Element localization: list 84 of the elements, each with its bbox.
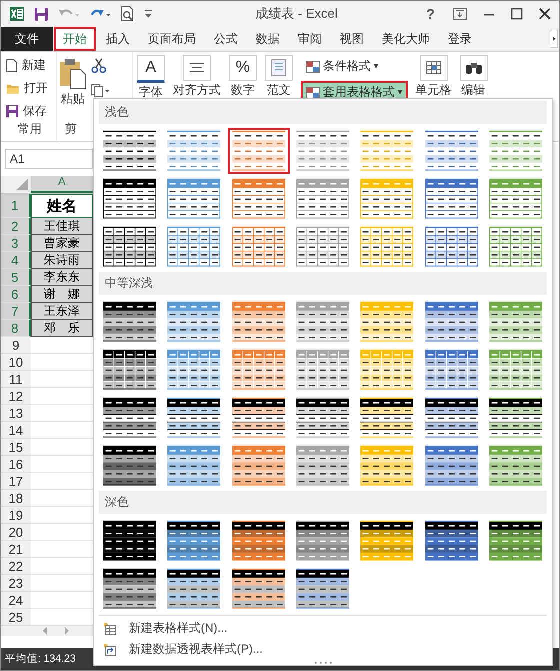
maximize-icon[interactable]	[511, 8, 523, 20]
row-header[interactable]: 7	[1, 303, 31, 320]
row-header[interactable]: 17	[1, 473, 31, 490]
row-header[interactable]: 18	[1, 490, 31, 507]
ribbon-tab[interactable]: 登录	[440, 27, 480, 51]
row-header[interactable]: 4	[1, 252, 31, 269]
ribbon-tab[interactable]: 美化大师	[374, 27, 438, 51]
row-header[interactable]: 11	[1, 371, 31, 388]
menu-item[interactable]: 新建数据透视表样式(P)...	[99, 640, 547, 659]
save-icon	[6, 105, 19, 118]
table-cell: 曹家豪	[31, 235, 93, 252]
group-label: 剪	[64, 121, 77, 138]
row-header[interactable]: 10	[1, 354, 31, 371]
ribbon-tab[interactable]: 数据	[248, 27, 288, 51]
row-header[interactable]: 9	[1, 337, 31, 354]
scroll-right-icon[interactable]	[550, 30, 558, 48]
ribbon-tab[interactable]: 开始	[54, 27, 96, 51]
ribbon-button[interactable]: 条件格式 ▾	[301, 55, 408, 78]
table-cell: 谢 娜	[31, 286, 93, 303]
row-header[interactable]: 14	[1, 422, 31, 439]
row-header[interactable]: 19	[1, 507, 31, 524]
clipboard-icon	[59, 58, 87, 90]
ribbon-tab[interactable]: 公式	[206, 27, 246, 51]
row-header[interactable]: 25	[1, 609, 31, 626]
row-header[interactable]: 12	[1, 388, 31, 405]
ribbon-button[interactable]: 对齐方式	[171, 55, 223, 99]
row-header[interactable]: 3	[1, 235, 31, 252]
file-tab[interactable]: 文件	[1, 27, 53, 51]
column-header[interactable]: A	[31, 176, 93, 193]
section-heading: 浅色	[99, 101, 547, 124]
row-header[interactable]: 16	[1, 456, 31, 473]
customize-toolbar-icon[interactable]	[144, 9, 153, 19]
new-pivot-style-icon	[103, 642, 117, 656]
row-header[interactable]: 24	[1, 592, 31, 609]
group-label: 常用	[18, 121, 42, 138]
table-cell: 李东东	[31, 269, 93, 286]
row-header[interactable]: 1	[1, 194, 31, 218]
ribbon-button[interactable]: 打开	[4, 79, 56, 98]
row-header[interactable]: 15	[1, 439, 31, 456]
row-header[interactable]: 6	[1, 286, 31, 303]
ribbon-tab[interactable]: 页面布局	[140, 27, 204, 51]
resize-grip-icon[interactable]	[313, 661, 333, 665]
paste-button[interactable]: 粘贴	[57, 56, 89, 110]
align-lines-icon	[189, 62, 205, 74]
scissors-icon[interactable]	[91, 58, 107, 74]
close-icon[interactable]	[539, 8, 551, 20]
document-icon	[271, 59, 287, 77]
table-cell: 邓 乐	[31, 320, 93, 337]
section-heading: 深色	[99, 491, 547, 514]
row-header[interactable]: 21	[1, 541, 31, 558]
copy-icon[interactable]	[91, 84, 111, 98]
ribbon-button[interactable]: 保存	[4, 102, 56, 121]
page-icon	[6, 58, 18, 72]
ribbon-button[interactable]: 新建	[4, 56, 56, 75]
menu-item[interactable]: 新建表格样式(N)...	[99, 619, 547, 638]
table-cell: 王东泽	[31, 303, 93, 320]
table-style-swatch[interactable]	[228, 128, 290, 174]
new-table-style-icon	[103, 622, 117, 636]
help-button[interactable]: ?	[424, 6, 437, 22]
ribbon-tab[interactable]: 视图	[332, 27, 372, 51]
row-header[interactable]: 23	[1, 575, 31, 592]
row-header[interactable]: 5	[1, 269, 31, 286]
row-header[interactable]: 20	[1, 524, 31, 541]
ribbon-tab[interactable]: 审阅	[290, 27, 330, 51]
name-box[interactable]: A1	[5, 149, 93, 169]
ribbon-display-options-icon[interactable]	[453, 8, 467, 20]
row-header[interactable]: 22	[1, 558, 31, 575]
row-header[interactable]: 13	[1, 405, 31, 422]
ribbon-tab[interactable]: 插入	[98, 27, 138, 51]
window-title: 成绩表 - Excel	[254, 5, 339, 23]
table-format-icon	[306, 60, 320, 72]
print-preview-icon[interactable]	[120, 6, 135, 22]
excel-logo-icon	[9, 6, 25, 22]
row-header[interactable]: 2	[1, 218, 31, 235]
folder-icon	[6, 82, 20, 94]
row-header[interactable]: 8	[1, 320, 31, 337]
status-text: 平均值: 134.23	[5, 652, 76, 666]
section-heading: 中等深浅	[99, 272, 547, 295]
binoculars-icon	[464, 61, 483, 75]
table-cell: 姓名	[31, 194, 93, 218]
table-cell: 朱诗雨	[31, 252, 93, 269]
save-icon[interactable]	[34, 6, 49, 22]
table-cell: 王佳琪	[31, 218, 93, 235]
cells-icon	[426, 61, 442, 75]
